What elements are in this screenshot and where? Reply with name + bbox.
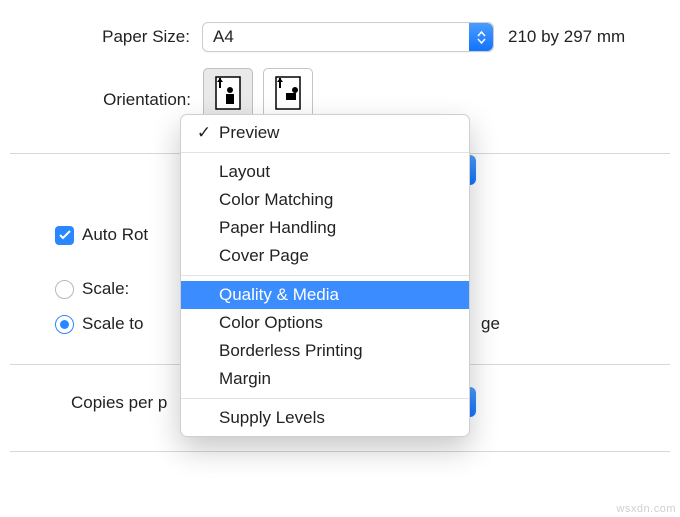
menu-item-borderless-printing[interactable]: Borderless Printing	[181, 337, 469, 365]
page-landscape-icon	[275, 76, 301, 110]
menu-item-label: Layout	[219, 162, 270, 182]
menu-item-label: Color Options	[219, 313, 323, 333]
menu-item-supply-levels[interactable]: Supply Levels	[181, 404, 469, 432]
menu-item-quality-media[interactable]: Quality & Media	[181, 281, 469, 309]
menu-item-margin[interactable]: Margin	[181, 365, 469, 393]
menu-item-label: Paper Handling	[219, 218, 336, 238]
paper-size-dimensions: 210 by 297 mm	[508, 27, 625, 47]
menu-item-label: Borderless Printing	[219, 341, 363, 361]
scale-to-fit-label: Scale to	[82, 314, 143, 334]
menu-item-color-options[interactable]: Color Options	[181, 309, 469, 337]
menu-item-layout[interactable]: Layout	[181, 158, 469, 186]
menu-item-paper-handling[interactable]: Paper Handling	[181, 214, 469, 242]
page-portrait-icon	[215, 76, 241, 110]
menu-item-cover-page[interactable]: Cover Page	[181, 242, 469, 270]
orientation-landscape-button[interactable]	[263, 68, 313, 118]
menu-separator	[181, 275, 469, 276]
auto-rotate-checkbox[interactable]	[55, 226, 74, 245]
scale-to-fit-label-trail: ge	[481, 314, 500, 334]
section-dropdown-menu[interactable]: ✓ Preview Layout Color Matching Paper Ha…	[180, 114, 470, 437]
menu-item-label: Supply Levels	[219, 408, 325, 428]
orientation-label: Orientation:	[61, 90, 191, 110]
menu-separator	[181, 152, 469, 153]
paper-size-label: Paper Size:	[70, 27, 190, 47]
auto-rotate-label: Auto Rot	[82, 225, 148, 245]
scale-to-fit-radio[interactable]	[55, 315, 74, 334]
paper-size-select[interactable]: A4	[202, 22, 494, 52]
orientation-portrait-button[interactable]	[203, 68, 253, 118]
copies-per-page-label: Copies per p	[71, 393, 167, 413]
menu-separator	[181, 398, 469, 399]
menu-item-label: Quality & Media	[219, 285, 339, 305]
menu-item-color-matching[interactable]: Color Matching	[181, 186, 469, 214]
menu-item-label: Color Matching	[219, 190, 333, 210]
divider	[10, 451, 670, 452]
scale-label: Scale:	[82, 279, 129, 299]
check-icon	[59, 230, 71, 240]
scale-radio[interactable]	[55, 280, 74, 299]
paper-size-value: A4	[203, 27, 244, 47]
menu-item-preview[interactable]: ✓ Preview	[181, 119, 469, 147]
watermark: wsxdn.com	[616, 503, 676, 515]
menu-item-label: Margin	[219, 369, 271, 389]
updown-icon	[469, 23, 493, 51]
menu-item-label: Preview	[219, 123, 279, 143]
menu-item-label: Cover Page	[219, 246, 309, 266]
check-icon: ✓	[195, 123, 213, 143]
